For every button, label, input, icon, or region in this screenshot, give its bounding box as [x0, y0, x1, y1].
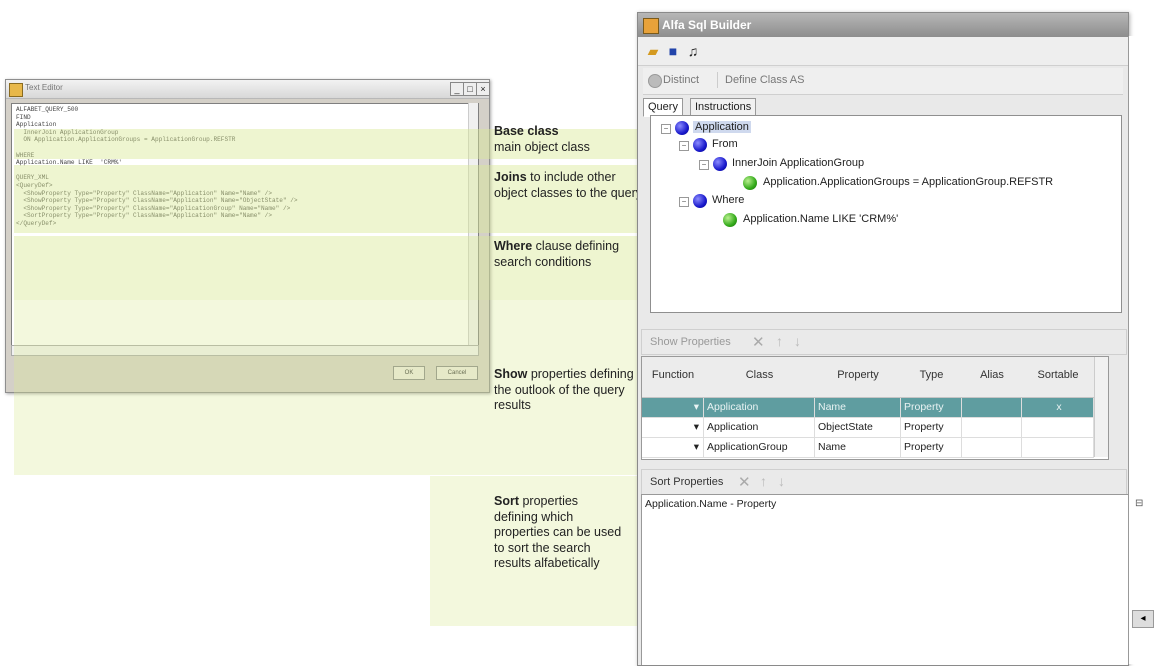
annotation-joins: Joins to include other object classes to…	[494, 170, 642, 200]
cell-alias[interactable]	[962, 438, 1022, 457]
cell-property[interactable]: ObjectState	[815, 418, 901, 437]
sort-properties-toolbar: Sort Properties ✕ ↑ ↓	[641, 469, 1127, 495]
show-properties-toolbar: Show Properties ✕ ↑ ↓	[641, 329, 1127, 355]
tree-node-application[interactable]: Application	[693, 121, 751, 133]
move-down-icon[interactable]: ↓	[794, 333, 801, 349]
minimize-icon[interactable]: _	[450, 82, 464, 96]
cell-property[interactable]: Name	[815, 398, 901, 417]
cell-type[interactable]: Property	[901, 398, 962, 417]
annotation-where: Where clause defining search conditions	[494, 239, 620, 269]
tree-node-join[interactable]: InnerJoin ApplicationGroup	[732, 157, 864, 169]
sort-properties-label: Sort Properties	[650, 476, 724, 488]
join-node-icon	[713, 157, 727, 171]
define-class-as-button[interactable]: Define Class AS	[725, 74, 804, 86]
column-header-alias[interactable]: Alias	[962, 357, 1023, 398]
right-side-pane: ⊟ ◂	[1128, 36, 1157, 664]
where-condition-node-icon	[723, 213, 737, 227]
distinct-button[interactable]: Distinct	[663, 74, 699, 86]
cell-alias[interactable]	[962, 398, 1022, 417]
cell-class[interactable]: Application	[704, 418, 815, 437]
table-row[interactable]: ▾ Application Name Property x	[642, 398, 1094, 418]
annotation-base-class: Base class main object class	[494, 124, 590, 154]
condition-node-icon	[743, 176, 757, 190]
move-up-icon[interactable]: ↑	[776, 333, 783, 349]
scroll-left-icon[interactable]: ◂	[1132, 610, 1154, 628]
close-icon[interactable]: ×	[476, 82, 490, 96]
query-tree: − Application − From − InnerJoin Applica…	[650, 115, 1122, 313]
function-dropdown-icon[interactable]: ▾	[642, 418, 704, 437]
collapse-application-icon[interactable]: −	[661, 124, 671, 134]
show-properties-grid: Function Class Property Type Alias Sorta…	[641, 356, 1109, 460]
where-node-icon	[693, 194, 707, 208]
tree-node-where[interactable]: Where	[712, 194, 744, 206]
distinct-icon[interactable]	[648, 74, 662, 88]
column-header-sortable[interactable]: Sortable	[1022, 357, 1095, 398]
builder-app-icon	[643, 18, 659, 34]
cell-alias[interactable]	[962, 418, 1022, 437]
column-header-class[interactable]: Class	[704, 357, 816, 398]
cell-property[interactable]: Name	[815, 438, 901, 457]
builder-titlebar: Alfa Sql Builder	[638, 13, 1128, 37]
tree-node-join-condition[interactable]: Application.ApplicationGroups = Applicat…	[763, 176, 1053, 188]
column-header-function[interactable]: Function	[642, 357, 705, 398]
sort-properties-list: Application.Name - Property	[641, 494, 1128, 665]
collapse-where-icon[interactable]: −	[679, 197, 689, 207]
move-down-icon[interactable]: ↓	[778, 473, 785, 489]
cell-class[interactable]: Application	[704, 398, 815, 417]
function-dropdown-icon[interactable]: ▾	[642, 398, 704, 417]
toolbar-separator	[717, 72, 718, 88]
function-dropdown-icon[interactable]: ▾	[642, 438, 704, 457]
text-editor-title: Text Editor	[25, 83, 63, 92]
cell-type[interactable]: Property	[901, 438, 962, 457]
command-bar: Distinct Define Class AS	[643, 68, 1123, 95]
text-editor-titlebar: Text Editor _ □ ×	[6, 80, 490, 99]
tree-node-from[interactable]: From	[712, 138, 738, 150]
open-folder-icon[interactable]: ▰	[644, 42, 662, 60]
delete-icon[interactable]: ✕	[738, 473, 751, 491]
editor-app-icon	[9, 83, 23, 97]
cell-class[interactable]: ApplicationGroup	[704, 438, 815, 457]
show-properties-label: Show Properties	[650, 336, 731, 348]
builder-title: Alfa Sql Builder	[662, 18, 752, 32]
from-node-icon	[693, 138, 707, 152]
save-icon[interactable]: ■	[664, 42, 682, 60]
expand-node-icon[interactable]: ⊟	[1135, 498, 1143, 509]
column-header-type[interactable]: Type	[901, 357, 963, 398]
cell-sortable[interactable]	[1022, 418, 1094, 437]
table-row[interactable]: ▾ Application ObjectState Property	[642, 418, 1094, 438]
cell-sortable[interactable]: x	[1022, 398, 1094, 417]
move-up-icon[interactable]: ↑	[760, 473, 767, 489]
table-row[interactable]: ▾ ApplicationGroup Name Property	[642, 438, 1094, 458]
cell-type[interactable]: Property	[901, 418, 962, 437]
list-item[interactable]: Application.Name - Property	[645, 498, 776, 510]
class-node-icon	[675, 121, 689, 135]
collapse-join-icon[interactable]: −	[699, 160, 709, 170]
collapse-from-icon[interactable]: −	[679, 141, 689, 151]
grid-scrollbar[interactable]	[1094, 357, 1108, 457]
cell-sortable[interactable]	[1022, 438, 1094, 457]
delete-icon[interactable]: ✕	[752, 333, 765, 351]
sql-builder-window: Alfa Sql Builder ▰ ■ ♫ Distinct Define C…	[637, 12, 1129, 666]
bell-icon[interactable]: ♫	[684, 42, 702, 60]
builder-toolbar: ▰ ■ ♫	[638, 37, 1128, 66]
column-header-property[interactable]: Property	[815, 357, 902, 398]
tree-node-where-condition[interactable]: Application.Name LIKE 'CRM%'	[743, 213, 898, 225]
maximize-icon[interactable]: □	[463, 82, 477, 96]
annotation-sort: Sort properties defining which propertie…	[494, 494, 622, 570]
annotation-show: Show properties defining the outlook of …	[494, 367, 634, 412]
